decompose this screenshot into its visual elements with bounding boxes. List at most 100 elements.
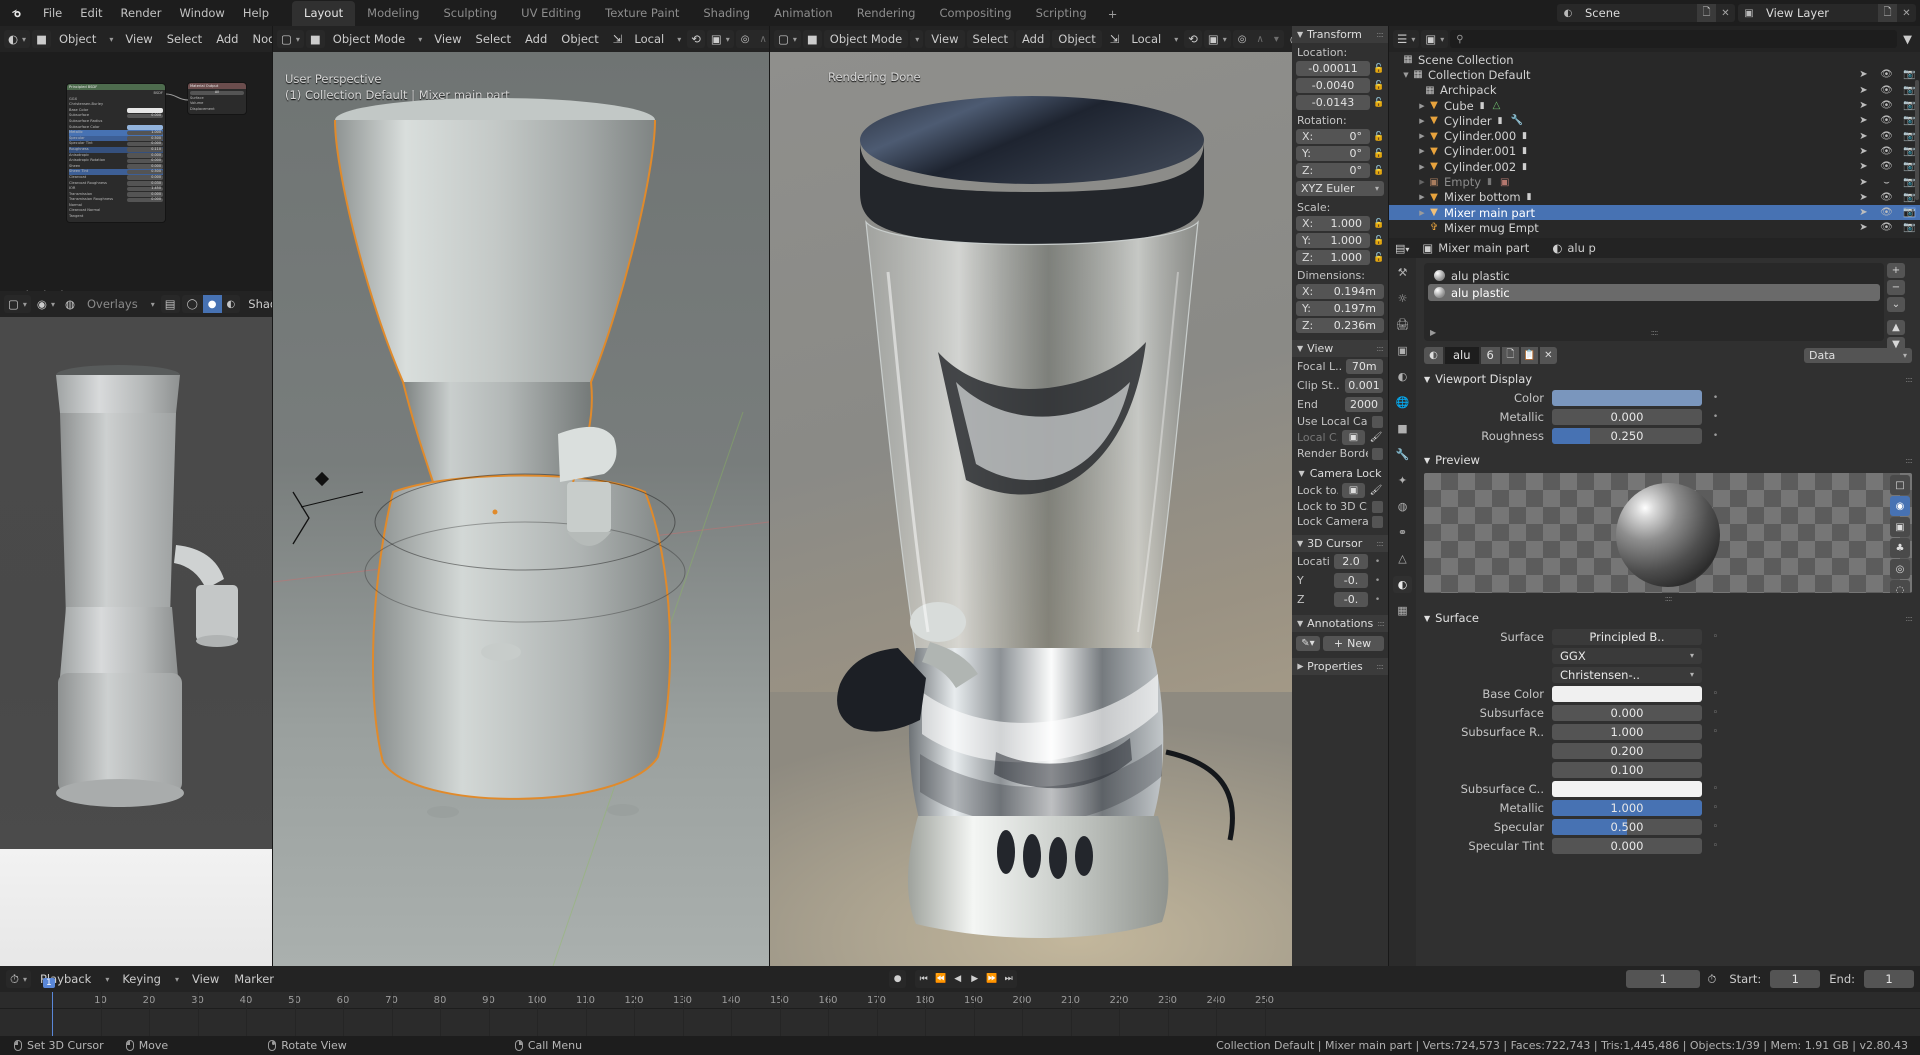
location-y-field[interactable]: -0.0040 — [1296, 78, 1370, 93]
jump-to-start-button[interactable]: ⏮ — [915, 970, 933, 988]
outliner-row-cylinder-000[interactable]: ▶ ▼ Cylinder.000 ▮ ➤ 👁 📷 — [1389, 128, 1920, 143]
display-mode-icon[interactable]: ▣ ▾ — [1421, 30, 1449, 48]
material-slot[interactable]: alu plastic — [1428, 284, 1880, 301]
disable-render-icon[interactable]: 📷 — [1903, 69, 1916, 80]
hide-viewport-icon[interactable]: 👁 — [1880, 146, 1893, 157]
grip-dots-icon[interactable]: :::: — [1905, 614, 1913, 623]
snap-magnet-icon[interactable]: ⟲ — [687, 30, 705, 48]
tab-tool[interactable]: ⚒ — [1393, 264, 1412, 281]
hide-viewport-icon[interactable]: ⌣ — [1880, 177, 1893, 188]
node-field-subsurface[interactable]: 0.000 — [127, 113, 163, 119]
outliner-tree[interactable]: ▦ Scene Collection ▼ ▦ Collection Defaul… — [1389, 52, 1920, 238]
animate-dot-icon[interactable]: • — [1372, 557, 1383, 567]
workspace-tab-sculpting[interactable]: Sculpting — [431, 1, 509, 26]
dimensions-z-field[interactable]: Z: 0.236m — [1296, 318, 1384, 333]
selectable-icon[interactable]: ➤ — [1857, 177, 1870, 188]
expand-triangle-icon[interactable]: ▶ — [1417, 132, 1427, 140]
outliner-search-box[interactable]: ⚲ — [1450, 30, 1898, 48]
tab-constraints[interactable]: ⚭ — [1393, 524, 1412, 541]
material-users-count[interactable]: 6 — [1480, 347, 1500, 364]
animate-dot-icon[interactable]: • — [1710, 412, 1721, 422]
scale-x-field[interactable]: X: 1.000 — [1296, 216, 1370, 231]
move-slot-down-button[interactable]: ▼ — [1887, 337, 1905, 352]
selectable-icon[interactable]: ➤ — [1857, 161, 1870, 172]
expand-triangle-icon[interactable]: ▶ — [1417, 147, 1427, 155]
hide-viewport-icon[interactable]: 👁 — [1880, 69, 1893, 80]
lock-camera-checkbox[interactable] — [1372, 515, 1383, 528]
node-material-output[interactable]: Material Output All Surface Volume Displ… — [188, 83, 246, 115]
preview-cube-icon[interactable]: ▣ — [1890, 517, 1910, 537]
jump-to-end-button[interactable]: ⏭ — [1000, 970, 1018, 988]
outliner-search-input[interactable] — [1468, 32, 1892, 46]
selectable-icon[interactable]: ➤ — [1857, 222, 1870, 233]
eyedropper-icon[interactable]: 🖌 — [1369, 430, 1383, 445]
link-socket-icon[interactable]: ◦ — [1710, 803, 1721, 813]
viewport-menu-view[interactable]: View — [428, 30, 467, 48]
lock-icon[interactable]: 🔓 — [1373, 81, 1384, 91]
selectable-icon[interactable]: ➤ — [1857, 131, 1870, 142]
annotations-section-header[interactable]: ▼ Annotations :::: — [1292, 615, 1388, 632]
viewport-color-swatch[interactable] — [1552, 389, 1702, 406]
viewport-menu-object[interactable]: Object — [1052, 30, 1102, 48]
end-frame-field[interactable]: 1 — [1864, 970, 1915, 988]
editor-type-icon[interactable]: ▢ ▾ — [774, 30, 801, 48]
use-local-camera-checkbox[interactable] — [1372, 415, 1383, 428]
node-field-transmission[interactable]: 0.000 — [127, 192, 163, 197]
remove-material-slot-button[interactable]: − — [1887, 280, 1905, 295]
editor-type-icon[interactable]: ▤▾ — [1395, 242, 1409, 255]
shader-menu-select[interactable]: Select — [161, 30, 208, 48]
orientation-chevron-icon[interactable]: ▾ — [1169, 30, 1182, 48]
play-button[interactable]: ▶ — [966, 970, 984, 988]
rotation-z-field[interactable]: Z: 0° — [1296, 163, 1370, 178]
outliner-row-cylinder-001[interactable]: ▶ ▼ Cylinder.001 ▮ ➤ 👁 📷 — [1389, 144, 1920, 159]
grip-dots-icon[interactable]: :::: — [1377, 619, 1385, 628]
shader-menu-add[interactable]: Add — [210, 30, 244, 48]
node-field-anisotropic[interactable]: 0.000 — [127, 153, 163, 158]
workspace-tab-scripting[interactable]: Scripting — [1024, 1, 1099, 26]
transform-orientation-dropdown[interactable]: Local — [628, 30, 670, 48]
node-field-clearcoat[interactable]: 0.000 — [127, 175, 163, 180]
shader-type-chevron-icon[interactable]: ▾ — [104, 30, 117, 48]
workspace-tab-texture-paint[interactable]: Texture Paint — [593, 1, 691, 26]
timeline-playhead[interactable]: 1 — [43, 978, 55, 1036]
falloff-curve-icon[interactable]: ∧ — [1251, 30, 1268, 48]
shading-material-icon[interactable]: ◐ — [222, 295, 241, 313]
subsurface-color-swatch[interactable] — [1552, 780, 1702, 797]
falloff-chevron-icon[interactable]: ▾ — [1269, 30, 1284, 48]
selectable-icon[interactable]: ➤ — [1857, 192, 1870, 203]
tab-physics[interactable]: ◍ — [1393, 498, 1412, 515]
camera-lock-section-header[interactable]: ▼ Camera Lock — [1292, 465, 1388, 482]
scale-z-field[interactable]: Z: 1.000 — [1296, 250, 1370, 265]
expand-triangle-icon[interactable]: ▶ — [1417, 163, 1427, 171]
preview-render-image[interactable] — [0, 317, 272, 966]
object-mode-dropdown[interactable]: Object Mode — [823, 30, 909, 48]
editor-type-icon[interactable]: ⏱ ▾ — [6, 970, 31, 988]
hide-viewport-icon[interactable]: 👁 — [1880, 115, 1893, 126]
view-layer-datablock[interactable]: ▣ View Layer 🗋 ✕ — [1738, 4, 1916, 22]
grip-dots-icon[interactable]: :::: — [1376, 30, 1384, 39]
hide-viewport-icon[interactable]: 👁 — [1880, 207, 1893, 218]
specular-tint-field[interactable]: 0.000 — [1552, 837, 1702, 854]
collapse-triangle-icon[interactable]: ▼ — [1424, 614, 1430, 623]
outliner-row-scene-collection[interactable]: ▦ Scene Collection — [1389, 52, 1920, 67]
view-section-header[interactable]: ▼ View :::: — [1292, 340, 1388, 357]
properties-section-header[interactable]: ▼ Properties :::: — [1292, 658, 1388, 675]
subsurface-radius-z-field[interactable]: 0.100 — [1552, 761, 1702, 778]
menu-help[interactable]: Help — [234, 3, 278, 23]
lock-icon[interactable]: 🔓 — [1373, 236, 1384, 246]
lock-icon[interactable]: 🔓 — [1373, 64, 1384, 74]
surface-section-header[interactable]: ▼ Surface :::: — [1416, 609, 1920, 627]
breadcrumb-material[interactable]: alu p — [1567, 241, 1596, 255]
view-dropdown-icon[interactable]: ◉ ▾ — [33, 295, 59, 313]
tab-render[interactable]: ☼ — [1393, 290, 1412, 307]
outliner-row-cylinder-002[interactable]: ▶ ▼ Cylinder.002 ▮ ➤ 👁 📷 — [1389, 159, 1920, 174]
viewport-menu-select[interactable]: Select — [470, 30, 517, 48]
viewport-menu-select[interactable]: Select — [966, 30, 1015, 48]
lock-icon[interactable]: 🔓 — [1373, 132, 1384, 142]
node-field-sheen-tint[interactable]: 0.500 — [127, 169, 163, 175]
preview-cloth-icon[interactable]: ◌ — [1890, 580, 1910, 593]
menu-file[interactable]: File — [34, 3, 71, 23]
overlays-dropdown[interactable]: Overlays — [81, 295, 144, 313]
shader-type-dropdown[interactable]: Object — [53, 30, 102, 48]
workspace-tab-layout[interactable]: Layout — [292, 1, 356, 26]
